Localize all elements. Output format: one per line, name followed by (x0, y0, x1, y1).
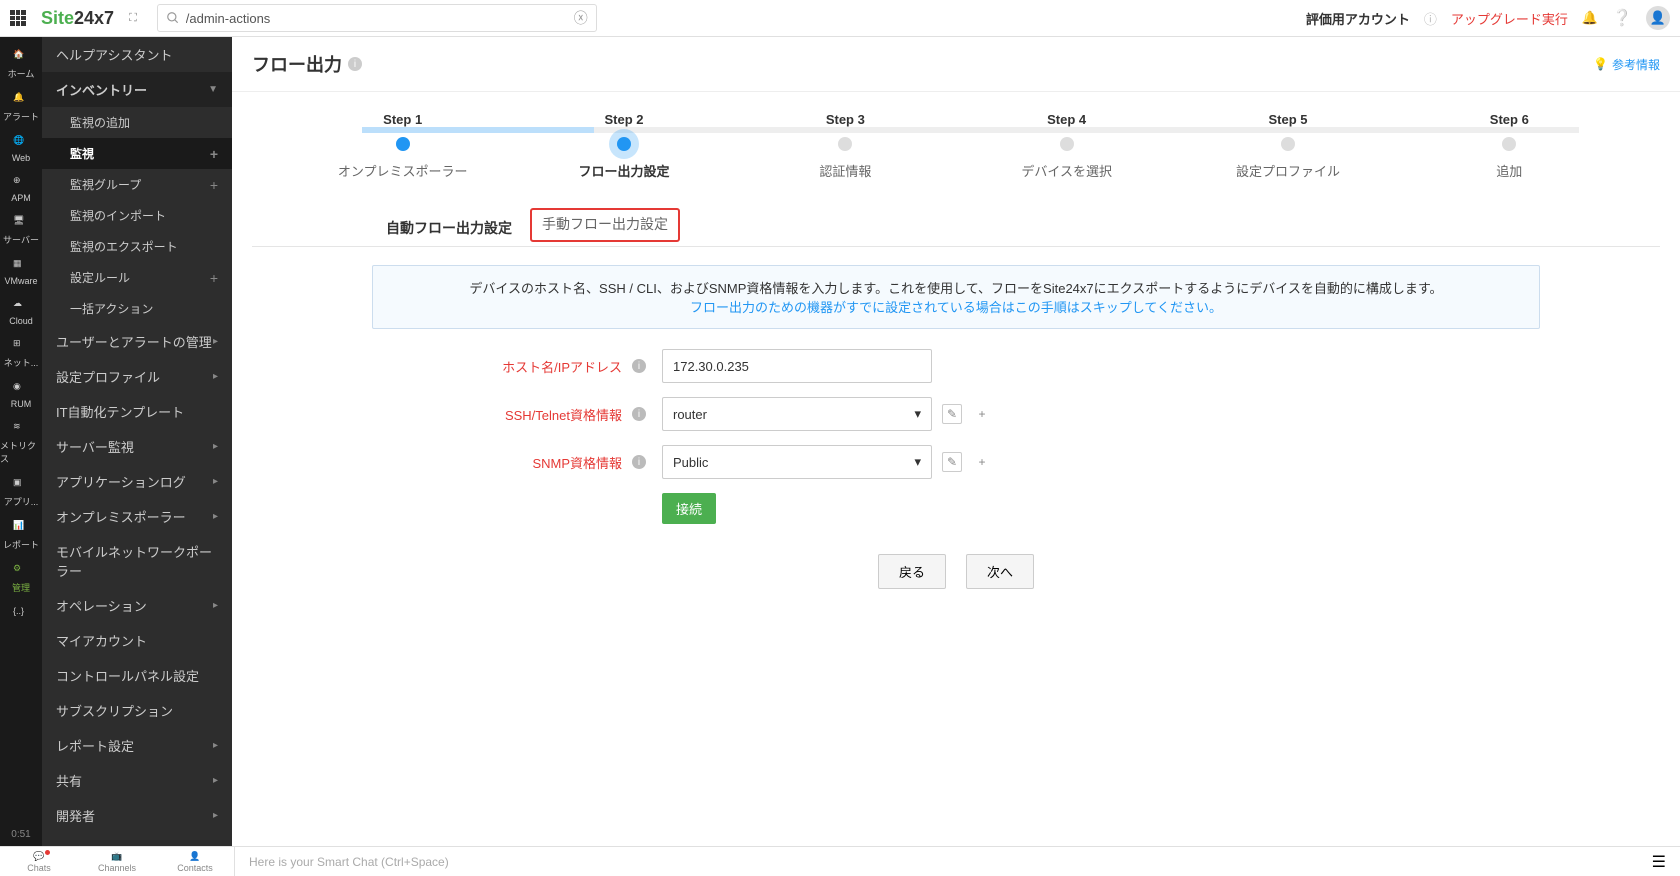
step-5[interactable]: Step 5設定プロファイル (1177, 112, 1398, 180)
ssh-select[interactable]: router▾ (662, 397, 932, 431)
tabs: 自動フロー出力設定 手動フロー出力設定 (252, 210, 1660, 247)
ssh-label: SSH/Telnet資格情報i (372, 405, 652, 424)
info-icon[interactable]: i (632, 455, 646, 469)
rail-admin[interactable]: ⚙管理 (0, 557, 42, 600)
rail-metrics[interactable]: ≋メトリクス (0, 415, 42, 471)
step-6[interactable]: Step 6追加 (1399, 112, 1620, 180)
main-content: フロー出力 i 💡 参考情報 Step 1オンプレミスポーラー Step 2フロ… (232, 37, 1680, 846)
rail-alert[interactable]: 🔔アラート (0, 86, 42, 129)
upgrade-link[interactable]: アップグレード実行 (1451, 9, 1568, 28)
sidebar-item[interactable]: 開発者▸ (42, 798, 232, 833)
edit-icon[interactable]: ✎ (942, 452, 962, 472)
footer: 💬Chats 📺Channels 👤Contacts Here is your … (0, 846, 1680, 876)
stepper: Step 1オンプレミスポーラー Step 2フロー出力設定 Step 3認証情… (232, 92, 1680, 210)
info-icon[interactable]: ⓘ (1424, 9, 1437, 28)
sidebar-item[interactable]: 共有▸ (42, 763, 232, 798)
search-icon (166, 11, 180, 25)
step-2[interactable]: Step 2フロー出力設定 (513, 112, 734, 180)
top-header: Site24x7 ⛶ ⓧ 評価用アカウント ⓘ アップグレード実行 🔔 ❔ 👤 (0, 0, 1680, 37)
chevron-down-icon: ▾ (914, 454, 921, 470)
info-icon[interactable]: i (632, 407, 646, 421)
rail-apm[interactable]: ⊕APM (0, 169, 42, 209)
sidebar-item[interactable]: アプリケーションログ▸ (42, 464, 232, 499)
rail-vmware[interactable]: ▦VMware (0, 252, 42, 292)
page-title: フロー出力 (252, 51, 342, 77)
notifications-icon[interactable]: 🔔 (1582, 10, 1598, 26)
skip-link[interactable]: フロー出力のための機器がすでに設定されている場合はこの手順はスキップしてください… (690, 300, 1222, 315)
next-button[interactable]: 次へ (966, 554, 1034, 589)
help-icon[interactable]: ❔ (1612, 8, 1632, 28)
sidebar-inventory[interactable]: インベントリー▼ (42, 72, 232, 107)
footer-contacts[interactable]: 👤Contacts (156, 848, 234, 876)
snmp-select[interactable]: Public▾ (662, 445, 932, 479)
rail-web[interactable]: 🌐Web (0, 129, 42, 169)
search-box[interactable]: ⓧ (157, 4, 597, 32)
info-icon[interactable]: i (632, 359, 646, 373)
edit-icon[interactable]: ✎ (942, 404, 962, 424)
rail-edit[interactable]: {..} (0, 600, 42, 628)
footer-channels[interactable]: 📺Channels (78, 848, 156, 876)
form: ホスト名/IPアドレスi SSH/Telnet資格情報i router▾ ✎ +… (232, 329, 1680, 609)
sidebar-rules[interactable]: 設定ルール+ (42, 262, 232, 293)
sidebar-item[interactable]: コントロールパネル設定 (42, 658, 232, 693)
rail-rum[interactable]: ◉RUM (0, 375, 42, 415)
sidebar-item[interactable]: オペレーション▸ (42, 588, 232, 623)
sidebar-item[interactable]: マイルストーン (42, 833, 232, 846)
rail-network[interactable]: ⊞ネット... (0, 332, 42, 375)
sidebar-item[interactable]: 設定プロファイル▸ (42, 359, 232, 394)
sidebar-bulk[interactable]: 一括アクション (42, 293, 232, 324)
step-1[interactable]: Step 1オンプレミスポーラー (292, 112, 513, 180)
step-4[interactable]: Step 4デバイスを選択 (956, 112, 1177, 180)
host-label: ホスト名/IPアドレスi (372, 357, 652, 376)
logo[interactable]: Site24x7 (41, 8, 114, 29)
sidebar-item[interactable]: IT自動化テンプレート (42, 394, 232, 429)
search-input[interactable] (186, 11, 568, 26)
info-icon[interactable]: i (348, 57, 362, 71)
connect-button[interactable]: 接続 (662, 493, 716, 524)
rail-report[interactable]: 📊レポート (0, 514, 42, 557)
rail-time: 0:51 (11, 823, 30, 846)
icon-rail: 🏠ホーム 🔔アラート 🌐Web ⊕APM 🖥サーバー ▦VMware ☁Clou… (0, 37, 42, 846)
avatar[interactable]: 👤 (1646, 6, 1670, 30)
host-input[interactable] (662, 349, 932, 383)
sidebar-item[interactable]: オンプレミスポーラー▸ (42, 499, 232, 534)
sidebar-item[interactable]: マイアカウント (42, 623, 232, 658)
step-3[interactable]: Step 3認証情報 (735, 112, 956, 180)
sidebar-monitor-group[interactable]: 監視グループ+ (42, 169, 232, 200)
sidebar-help[interactable]: ヘルプアシスタント (42, 37, 232, 72)
sidebar-item[interactable]: レポート設定▸ (42, 728, 232, 763)
sidebar-item[interactable]: サブスクリプション (42, 693, 232, 728)
sidebar-item[interactable]: ユーザーとアラートの管理▸ (42, 324, 232, 359)
sidebar: ヘルプアシスタント インベントリー▼ 監視の追加 監視+ 監視グループ+ 監視の… (42, 37, 232, 846)
tab-manual[interactable]: 手動フロー出力設定 (530, 208, 680, 242)
sidebar-import[interactable]: 監視のインポート (42, 200, 232, 231)
rail-cloud[interactable]: ☁Cloud (0, 292, 42, 332)
add-icon[interactable]: + (972, 452, 992, 472)
tab-auto[interactable]: 自動フロー出力設定 (372, 210, 526, 246)
sidebar-add-monitor[interactable]: 監視の追加 (42, 107, 232, 138)
apps-menu-icon[interactable] (10, 10, 26, 26)
reference-link[interactable]: 💡 参考情報 (1593, 56, 1660, 73)
expand-icon[interactable]: ⛶ (129, 12, 137, 25)
smart-chat-hint[interactable]: Here is your Smart Chat (Ctrl+Space) (234, 847, 1652, 876)
sidebar-item[interactable]: サーバー監視▸ (42, 429, 232, 464)
footer-chats[interactable]: 💬Chats (0, 848, 78, 876)
account-label: 評価用アカウント (1306, 9, 1410, 28)
add-icon[interactable]: + (972, 404, 992, 424)
sidebar-export[interactable]: 監視のエクスポート (42, 231, 232, 262)
info-banner: デバイスのホスト名、SSH / CLI、およびSNMP資格情報を入力します。これ… (372, 265, 1540, 329)
sidebar-monitor[interactable]: 監視+ (42, 138, 232, 169)
sidebar-item[interactable]: モバイルネットワークポーラー (42, 534, 232, 588)
rail-home[interactable]: 🏠ホーム (0, 43, 42, 86)
back-button[interactable]: 戻る (878, 554, 946, 589)
clear-search-icon[interactable]: ⓧ (574, 8, 588, 28)
chevron-down-icon: ▾ (914, 406, 921, 422)
footer-menu-icon[interactable]: ☰ (1652, 852, 1680, 872)
snmp-label: SNMP資格情報i (372, 453, 652, 472)
rail-server[interactable]: 🖥サーバー (0, 209, 42, 252)
rail-apps[interactable]: ▣アプリ... (0, 471, 42, 514)
